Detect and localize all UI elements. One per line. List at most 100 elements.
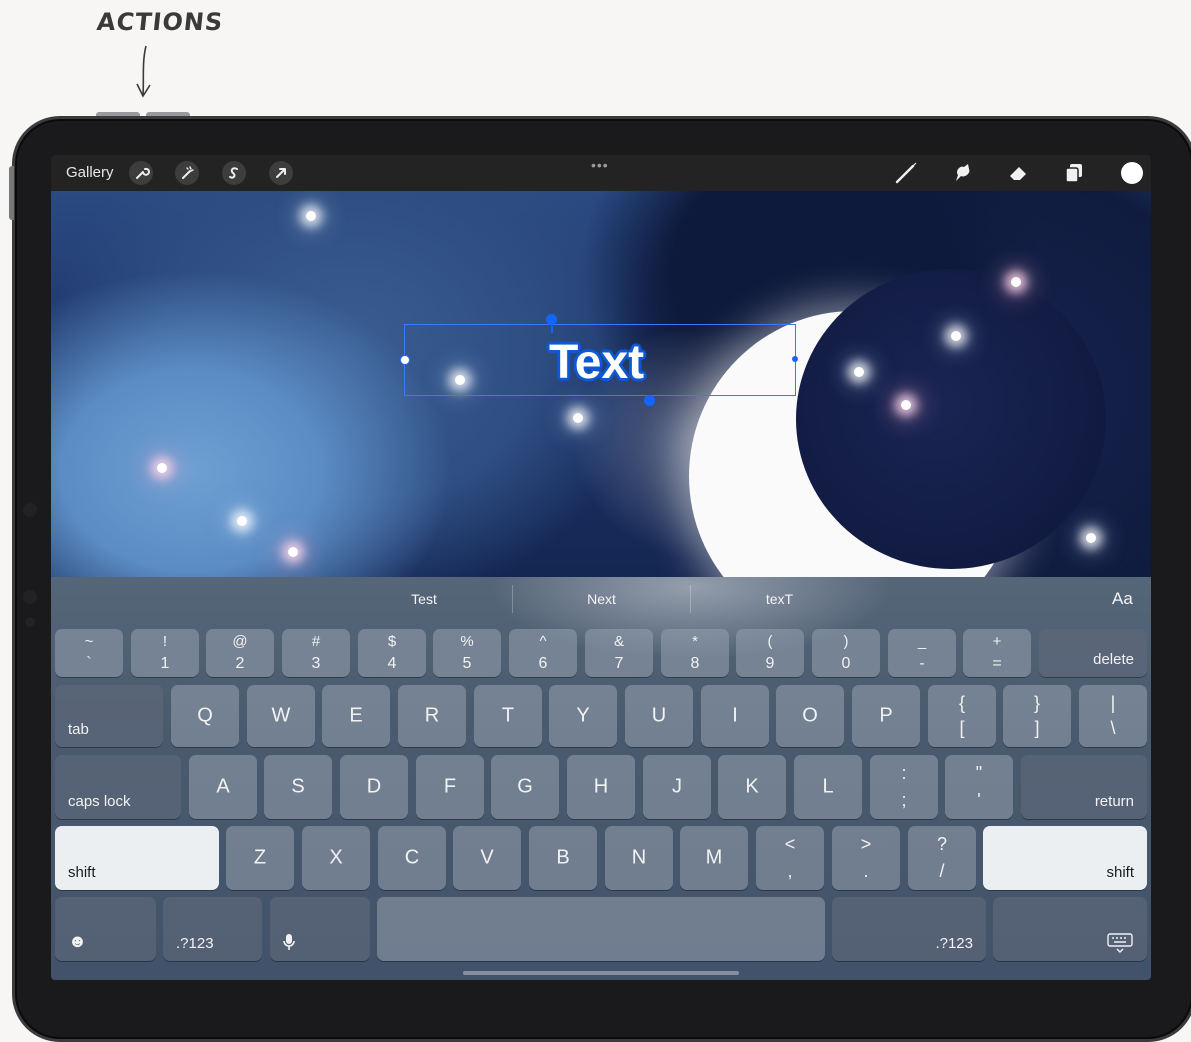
color-picker-button[interactable] bbox=[1121, 162, 1143, 184]
text-object[interactable]: Text bbox=[549, 335, 644, 390]
smudge-icon[interactable] bbox=[949, 161, 975, 185]
dictation-key[interactable] bbox=[270, 897, 370, 961]
key-label: ` bbox=[86, 655, 92, 672]
text-cursor-handle[interactable] bbox=[644, 395, 655, 406]
key-1[interactable]: ! 1 bbox=[131, 629, 199, 677]
key-semicolon[interactable]: :; bbox=[870, 755, 938, 819]
key-w[interactable]: W bbox=[247, 685, 315, 747]
suggestion-item[interactable]: Next bbox=[513, 577, 690, 621]
key-shift-label: ? bbox=[936, 834, 947, 854]
key-8[interactable]: * 8 bbox=[661, 629, 729, 677]
key-3[interactable]: #3 bbox=[282, 629, 350, 677]
key-6[interactable]: ^ 6 bbox=[509, 629, 577, 677]
key-right-bracket[interactable]: }] bbox=[1003, 685, 1071, 747]
key-k[interactable]: K bbox=[718, 755, 786, 819]
key-n[interactable]: N bbox=[605, 826, 673, 890]
key-shift-label: $ bbox=[387, 633, 397, 650]
key-label: 5 bbox=[462, 655, 472, 672]
key-label: Z bbox=[253, 846, 267, 869]
text-format-button[interactable]: Aa bbox=[1112, 589, 1133, 609]
key-m[interactable]: M bbox=[680, 826, 748, 890]
numbers-key-right[interactable]: .?123 bbox=[832, 897, 986, 961]
key-c[interactable]: C bbox=[378, 826, 446, 890]
key-shift-label: _ bbox=[917, 633, 927, 650]
suggestion-item[interactable]: Test bbox=[334, 577, 514, 621]
key-label: , bbox=[787, 861, 793, 881]
key-g[interactable]: G bbox=[491, 755, 559, 819]
key-q[interactable]: Q bbox=[171, 685, 239, 747]
key-label: Q bbox=[197, 704, 213, 727]
key-h[interactable]: H bbox=[567, 755, 635, 819]
key-5[interactable]: % 5 bbox=[433, 629, 501, 677]
key-4[interactable]: $4 bbox=[358, 629, 426, 677]
key-9[interactable]: (9 bbox=[736, 629, 804, 677]
resize-handle-left[interactable] bbox=[400, 355, 410, 365]
delete-key[interactable]: delete bbox=[1039, 629, 1147, 677]
key-r[interactable]: R bbox=[398, 685, 466, 747]
return-key[interactable]: return bbox=[1021, 755, 1147, 819]
key-label: 1 bbox=[160, 655, 170, 672]
gallery-button[interactable]: Gallery bbox=[66, 164, 114, 181]
shift-key-left[interactable]: shift bbox=[55, 826, 219, 890]
selection-icon[interactable] bbox=[222, 161, 246, 185]
key-comma[interactable]: <, bbox=[756, 826, 824, 890]
key-minus[interactable]: _ - bbox=[888, 629, 956, 677]
key-p[interactable]: P bbox=[852, 685, 920, 747]
key-s[interactable]: S bbox=[264, 755, 332, 819]
key-a[interactable]: A bbox=[189, 755, 257, 819]
rotation-handle[interactable] bbox=[546, 314, 557, 325]
key-y[interactable]: Y bbox=[549, 685, 617, 747]
key-x[interactable]: X bbox=[302, 826, 370, 890]
key-label: W bbox=[271, 704, 291, 727]
key-0[interactable]: ) 0 bbox=[812, 629, 880, 677]
key-u[interactable]: U bbox=[625, 685, 693, 747]
key-t[interactable]: T bbox=[474, 685, 542, 747]
key-o[interactable]: O bbox=[776, 685, 844, 747]
key-backtick[interactable]: ~ ` bbox=[55, 629, 123, 677]
key-shift-label: + bbox=[992, 633, 1002, 650]
key-shift-label: < bbox=[784, 834, 796, 854]
key-l[interactable]: L bbox=[794, 755, 862, 819]
key-z[interactable]: Z bbox=[226, 826, 294, 890]
key-7[interactable]: & 7 bbox=[585, 629, 653, 677]
resize-handle-right[interactable] bbox=[792, 356, 798, 362]
key-label: = bbox=[992, 655, 1002, 672]
eraser-icon[interactable] bbox=[1005, 161, 1031, 185]
key-d[interactable]: D bbox=[340, 755, 408, 819]
drawing-canvas[interactable]: Text bbox=[51, 191, 1151, 641]
caps-lock-key[interactable]: caps lock bbox=[55, 755, 181, 819]
tab-key[interactable]: tab bbox=[55, 685, 163, 747]
key-label: 6 bbox=[538, 655, 548, 672]
key-quote[interactable]: " ' bbox=[945, 755, 1013, 819]
key-label: shift bbox=[1106, 864, 1134, 881]
key-e[interactable]: E bbox=[322, 685, 390, 747]
key-b[interactable]: B bbox=[529, 826, 597, 890]
suggestion-item[interactable]: texT bbox=[691, 577, 868, 621]
key-j[interactable]: J bbox=[643, 755, 711, 819]
key-label: D bbox=[366, 775, 382, 798]
key-left-bracket[interactable]: {[ bbox=[928, 685, 996, 747]
key-i[interactable]: I bbox=[701, 685, 769, 747]
numbers-key-left[interactable]: .?123 bbox=[163, 897, 262, 961]
magic-wand-icon[interactable] bbox=[175, 161, 199, 185]
star bbox=[288, 547, 298, 557]
space-bar[interactable] bbox=[377, 897, 825, 961]
key-label: / bbox=[939, 861, 945, 881]
wrench-icon[interactable] bbox=[129, 161, 153, 185]
layers-icon[interactable] bbox=[1061, 161, 1087, 185]
more-dots[interactable]: ••• bbox=[591, 157, 609, 173]
key-label: M bbox=[705, 846, 723, 869]
dismiss-keyboard-key[interactable] bbox=[993, 897, 1147, 961]
key-v[interactable]: V bbox=[453, 826, 521, 890]
transform-icon[interactable] bbox=[269, 161, 293, 185]
key-period[interactable]: >. bbox=[832, 826, 900, 890]
shift-key-right[interactable]: shift bbox=[983, 826, 1147, 890]
key-slash[interactable]: ? / bbox=[908, 826, 976, 890]
key-backslash[interactable]: | \ bbox=[1079, 685, 1147, 747]
key-2[interactable]: @2 bbox=[206, 629, 274, 677]
emoji-key[interactable]: ☻ bbox=[55, 897, 156, 961]
brush-icon[interactable] bbox=[893, 161, 919, 185]
key-f[interactable]: F bbox=[416, 755, 484, 819]
key-label: K bbox=[745, 775, 759, 798]
key-equals[interactable]: + = bbox=[963, 629, 1031, 677]
